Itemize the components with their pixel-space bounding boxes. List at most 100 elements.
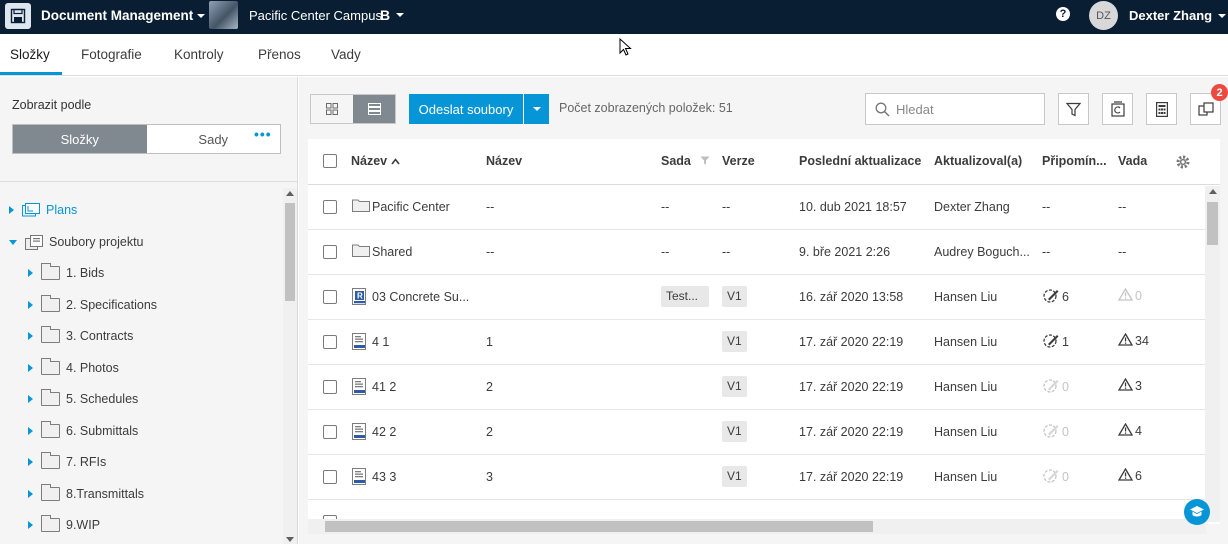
chevron-right-icon[interactable] (28, 490, 33, 498)
table-row[interactable]: Pacific Center -- -- -- 10. dub 2021 18:57 De… (308, 185, 1220, 230)
chevron-down-icon[interactable] (9, 239, 17, 245)
chevron-right-icon[interactable] (28, 521, 33, 529)
issues-cell[interactable]: 4 (1117, 422, 1142, 439)
tree-item[interactable]: 4. Photos (28, 357, 119, 379)
markups-cell[interactable]: 6 (1042, 288, 1069, 306)
issues-cell[interactable]: 3 (1117, 377, 1142, 394)
file-name[interactable]: 41 2 (372, 380, 396, 394)
file-name[interactable]: 4 1 (372, 335, 389, 349)
markups-cell[interactable]: 0 (1042, 423, 1069, 441)
file-name[interactable]: 43 3 (372, 470, 396, 484)
filter-button[interactable] (1058, 93, 1089, 125)
reports-button[interactable] (1146, 93, 1177, 125)
column-header-version[interactable]: Verze (722, 154, 755, 168)
scroll-up-icon[interactable] (1209, 189, 1217, 194)
file-name[interactable]: Shared (372, 245, 412, 259)
column-filter-icon[interactable] (700, 156, 710, 165)
document-management-icon[interactable] (5, 3, 31, 29)
row-checkbox[interactable] (323, 200, 337, 214)
row-checkbox[interactable] (323, 335, 337, 349)
column-header-set[interactable]: Sada (661, 154, 710, 168)
table-horizontal-scrollbar[interactable] (308, 519, 1206, 534)
scrollbar-thumb[interactable] (1207, 202, 1218, 245)
upload-options-button[interactable] (524, 94, 549, 124)
markups-cell[interactable]: 0 (1042, 378, 1069, 396)
row-checkbox[interactable] (323, 290, 337, 304)
tab-transmittals[interactable]: Přenos (258, 47, 301, 62)
chevron-right-icon[interactable] (28, 269, 33, 277)
table-row[interactable]: 41 2 2 V1 17. zář 2020 22:19 Hansen Liu 0 3 (308, 365, 1220, 410)
column-header-title[interactable]: Název (486, 154, 522, 168)
file-name[interactable]: 03 Concrete Su... (372, 290, 469, 304)
tab-issues[interactable]: Vady (331, 47, 361, 62)
scrollbar-thumb[interactable] (285, 203, 295, 301)
file-name[interactable]: Pacific Center (372, 200, 450, 214)
set-tag[interactable]: Test... (661, 286, 709, 307)
tree-item[interactable]: 3. Contracts (28, 325, 133, 347)
upload-files-button[interactable]: Odeslat soubory (409, 94, 524, 124)
column-header-updated-by[interactable]: Aktualizoval(a) (934, 154, 1022, 168)
column-header-name[interactable]: Název (351, 154, 400, 168)
chevron-right-icon[interactable] (28, 364, 33, 372)
chevron-right-icon[interactable] (28, 301, 33, 309)
issues-cell[interactable]: 0 (1117, 287, 1142, 304)
project-thumbnail[interactable] (209, 1, 238, 29)
version-badge[interactable]: V1 (722, 466, 747, 487)
table-vertical-scrollbar[interactable] (1205, 186, 1220, 522)
tree-item[interactable]: 1. Bids (28, 262, 104, 284)
list-view-button[interactable] (353, 95, 395, 123)
issues-cell[interactable]: 34 (1117, 332, 1149, 349)
chevron-right-icon[interactable] (28, 458, 33, 466)
table-row[interactable]: R 03 Concrete Su... Test... V1 16. zář 2020 … (308, 275, 1220, 320)
row-checkbox[interactable] (323, 380, 337, 394)
markups-cell[interactable]: 0 (1042, 468, 1069, 486)
markups-cell[interactable]: 1 (1042, 333, 1069, 351)
file-name[interactable]: 42 2 (372, 425, 396, 439)
tree-item[interactable]: 8.Transmittals (28, 483, 144, 505)
version-badge[interactable]: V1 (722, 376, 747, 397)
table-row[interactable]: 42 2 2 V1 17. zář 2020 22:19 Hansen Liu 0 4 (308, 410, 1220, 455)
tree-item[interactable]: 2. Specifications (28, 294, 157, 316)
chevron-right-icon[interactable] (9, 206, 14, 214)
chevron-right-icon[interactable] (28, 427, 33, 435)
version-badge[interactable]: V1 (722, 421, 747, 442)
row-checkbox[interactable] (323, 425, 337, 439)
row-checkbox[interactable] (323, 245, 337, 259)
tree-item[interactable]: Soubory projektu (9, 231, 144, 253)
select-all-checkbox[interactable] (323, 154, 337, 168)
toggle-folders[interactable]: Složky (13, 125, 147, 153)
more-options-icon[interactable]: ••• (254, 126, 272, 142)
user-menu[interactable]: Dexter Zhang (1129, 8, 1227, 23)
avatar[interactable]: DZ (1089, 1, 1118, 30)
help-icon[interactable]: ? (1056, 7, 1070, 21)
grid-view-button[interactable] (311, 95, 353, 123)
row-checkbox[interactable] (323, 470, 337, 484)
scroll-up-icon[interactable] (286, 191, 294, 196)
version-badge[interactable]: V1 (722, 331, 747, 352)
search-input[interactable] (896, 101, 1036, 117)
project-name[interactable]: Pacific Center Campus (249, 8, 382, 23)
project-switcher[interactable]: B (380, 7, 405, 23)
tree-item[interactable]: 5. Schedules (28, 388, 138, 410)
tree-item[interactable]: 7. RFIs (28, 451, 106, 473)
column-header-last-updated[interactable]: Poslední aktualizace (799, 154, 921, 168)
scrollbar-thumb[interactable] (325, 521, 873, 532)
table-row[interactable]: Shared -- -- -- 9. bře 2021 2:26 Audrey Boguc… (308, 230, 1220, 275)
chevron-right-icon[interactable] (28, 332, 33, 340)
tab-checks[interactable]: Kontroly (174, 47, 224, 62)
tree-item[interactable]: 6. Submittals (28, 420, 138, 442)
column-header-markups[interactable]: Připomín... (1042, 154, 1107, 168)
table-row[interactable]: 4 1 1 V1 17. zář 2020 22:19 Hansen Liu 1 34 (308, 320, 1220, 365)
table-row[interactable]: 43 3 3 V1 17. zář 2020 22:19 Hansen Liu 0 6 (308, 455, 1220, 500)
scroll-down-icon[interactable] (286, 537, 294, 542)
version-badge[interactable]: V1 (722, 286, 747, 307)
app-switcher[interactable]: Document Management (41, 8, 206, 23)
tree-item[interactable]: 9.WIP (28, 514, 100, 536)
tree-item[interactable]: Plans (9, 199, 77, 221)
issues-cell[interactable]: 6 (1117, 467, 1142, 484)
column-header-issues[interactable]: Vada (1118, 154, 1147, 168)
chevron-right-icon[interactable] (28, 395, 33, 403)
learning-help-button[interactable] (1184, 499, 1210, 525)
sidebar-scrollbar[interactable] (283, 188, 297, 544)
tab-photos[interactable]: Fotografie (81, 47, 142, 62)
